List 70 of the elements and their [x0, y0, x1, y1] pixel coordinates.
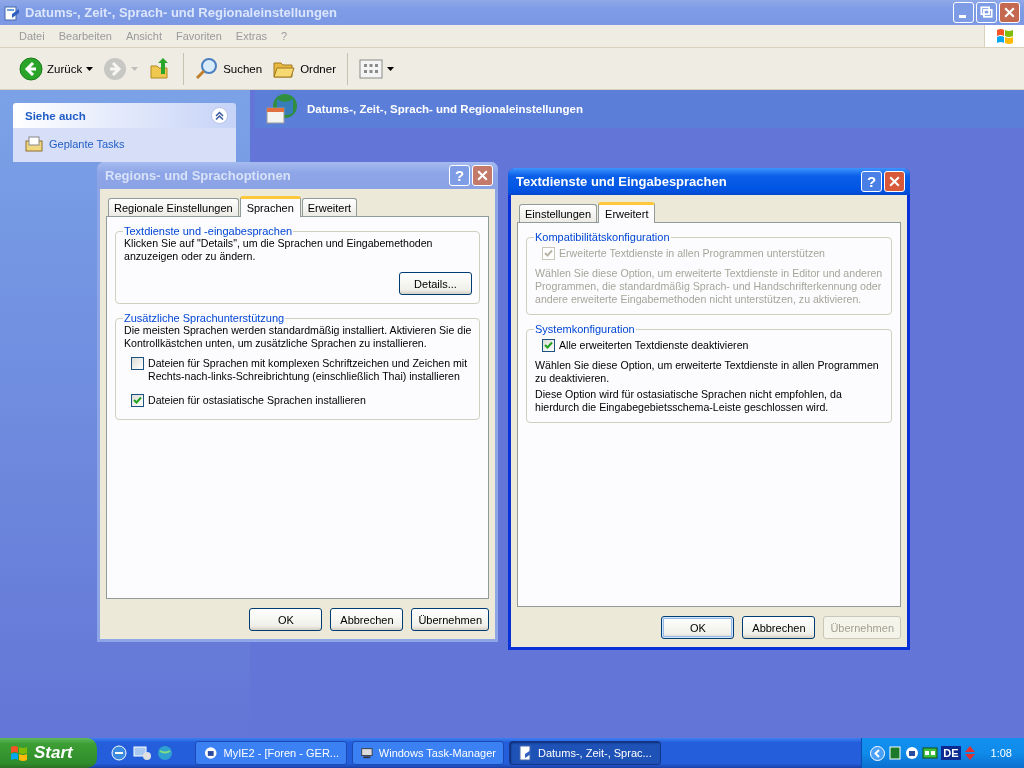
dialog-button[interactable]: Abbrechen	[330, 608, 404, 631]
collapse-button[interactable]	[211, 107, 228, 124]
globe-icon[interactable]	[157, 745, 173, 761]
description-text: Klicken Sie auf "Details", um die Sprachen und Eingabemethoden anzuzeigen oder zu ändern.	[124, 237, 434, 263]
group-title: Systemkonfiguration	[534, 323, 636, 335]
taskbar-button[interactable]: Datums-, Zeit-, Sprac...	[509, 741, 661, 765]
description-text: Wählen Sie diese Option, um erweiterte Textdienste in allen Programmen zu deaktivieren.	[535, 359, 880, 385]
sidebar-title: Siehe auch	[25, 109, 87, 122]
tab[interactable]: Erweitert	[301, 198, 358, 216]
flag-icon	[994, 27, 1015, 45]
start-button[interactable]: Start	[0, 738, 97, 768]
folders-button[interactable]: Ordner	[269, 54, 339, 83]
checkbox-label: Dateien für ostasiatische Sprachen installieren	[148, 394, 366, 407]
back-button[interactable]: Zurück	[16, 54, 97, 83]
app-icon[interactable]	[905, 746, 920, 760]
tab[interactable]: Sprachen	[239, 196, 301, 217]
window-icon	[203, 745, 219, 761]
checkbox[interactable]	[542, 339, 555, 352]
briefcase-icon	[25, 136, 43, 152]
dialog-title: Textdienste und Eingabesprachen	[516, 174, 728, 189]
search-icon	[195, 56, 220, 81]
details-button[interactable]: Details...	[399, 272, 472, 295]
dialog-title: Regions- und Sprachoptionen	[105, 168, 292, 183]
caret-icon	[131, 66, 139, 71]
chevron-icon	[215, 111, 224, 120]
checkbox-label: Erweiterte Textdienste in allen Programmen unterstützen	[559, 247, 825, 260]
desktop-icon[interactable]	[133, 745, 151, 761]
window-icon	[517, 745, 533, 761]
group-title: Textdienste und -eingabesprachen	[123, 225, 294, 237]
dialog-button[interactable]: Übernehmen	[411, 608, 489, 631]
window-title: Datums-, Zeit-, Sprach- und Regionaleinstellungen	[25, 5, 339, 20]
checkbox-label: Alle erweiterten Textdienste deaktivieren	[559, 339, 749, 352]
minimize-icon	[959, 15, 966, 18]
group-title: Kompatibilitätskonfiguration	[534, 231, 671, 243]
checkbox[interactable]	[131, 357, 144, 370]
tab[interactable]: Regionale Einstellungen	[108, 198, 239, 216]
dialog-button[interactable]: OK	[661, 616, 735, 639]
close-button[interactable]	[999, 2, 1020, 23]
help-button[interactable]: ?	[861, 171, 882, 192]
dialog-button[interactable]: OK	[249, 608, 323, 631]
taskbar-button[interactable]: MyIE2 - [Foren - GER...	[195, 741, 347, 765]
taskbar-button[interactable]: Windows Task-Manager	[352, 741, 504, 765]
close-button[interactable]	[884, 171, 905, 192]
minimize-button[interactable]	[953, 2, 974, 23]
window-icon	[360, 745, 374, 761]
description-text: Wählen Sie diese Option, um erweiterte Textdienste in Editor und anderen Programmen, die standardmäßig Sprach- und Handschrifterkennung oder andere erweiterte Eingabemethoden nicht unterstützen, zu aktivieren.	[535, 267, 884, 306]
chevron-icon[interactable]	[870, 745, 886, 761]
caret-icon	[386, 66, 394, 71]
network-icon[interactable]	[922, 746, 939, 760]
tab[interactable]: Erweitert	[598, 202, 656, 223]
forward-icon	[103, 56, 128, 81]
description-text: Die meisten Sprachen werden standardmäßig installiert. Aktivieren Sie die Kontrollkästchen unten, um zusätzliche Sprachen zu installieren.	[124, 324, 473, 350]
group-title: Zusätzliche Sprachunterstützung	[123, 312, 286, 324]
window-icon	[4, 4, 20, 21]
dialog-button[interactable]: Abbrechen	[742, 616, 816, 639]
language-indicator[interactable]: DE	[941, 746, 961, 760]
close-button[interactable]	[472, 165, 493, 186]
checkbox[interactable]	[131, 394, 144, 407]
header-title: Datums-, Zeit-, Sprach- und Regionaleinstellungen	[307, 103, 584, 115]
views-icon	[358, 58, 383, 79]
clock: 1:08	[990, 747, 1012, 759]
flag-icon	[9, 744, 29, 762]
description-text: Diese Option wird für ostasiatische Sprachen nicht empfohlen, da hierdurch die Eingabegebietsschema-Leiste geschlossen wird.	[535, 388, 843, 414]
caret-icon	[86, 66, 94, 71]
maximize-button[interactable]	[976, 2, 997, 23]
back-icon	[19, 56, 43, 81]
checkbox-label: Dateien für Sprachen mit komplexen Schriftzeichen und Zeichen mit Rechts-nach-links-Schreibrichtung (einschließlich Thai) installieren	[148, 357, 469, 383]
search-button[interactable]: Suchen	[192, 54, 266, 83]
globe-calendar-icon	[265, 93, 299, 125]
tab[interactable]: Einstellungen	[519, 204, 598, 222]
